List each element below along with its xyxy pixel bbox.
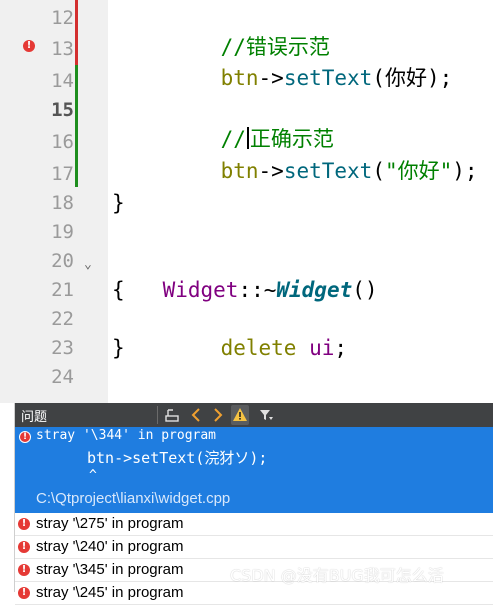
line-number: 19 — [51, 221, 74, 243]
code-method: setText — [283, 66, 373, 90]
arrow-right-icon[interactable] — [209, 405, 227, 425]
code-line-13: btn->setText(你好); — [170, 35, 453, 90]
code-identifier: ui — [309, 336, 335, 360]
code-line-16: btn->setText("你好"); — [170, 128, 478, 183]
code-identifier: btn — [220, 159, 259, 183]
line-number: 22 — [51, 308, 74, 330]
error-icon: ! — [18, 518, 30, 530]
warning-icon[interactable] — [231, 405, 249, 425]
error-change-bar — [75, 0, 78, 65]
code-string: "你好" — [384, 159, 453, 183]
issue-item-selected[interactable]: ! stray '\344' in program btn->setText(浣… — [15, 427, 493, 513]
code-semicolon: ; — [334, 336, 348, 360]
line-number: 23 — [51, 337, 74, 359]
issue-code-line: btn->setText(浣犲ソ); — [87, 449, 268, 467]
line-number: 16 — [51, 131, 74, 153]
issue-message: stray '\245' in program — [36, 584, 184, 601]
error-icon[interactable]: ! — [23, 40, 35, 52]
line-number: 12 — [51, 7, 74, 29]
code-paren: () — [352, 278, 378, 302]
code-operator: -> — [258, 66, 284, 90]
error-icon: ! — [19, 431, 31, 443]
line-number: 17 — [51, 163, 74, 185]
line-number: 24 — [51, 366, 74, 388]
fold-icon[interactable]: ⌄ — [84, 257, 92, 272]
code-line-22: delete ui; — [170, 305, 347, 360]
line-number-current: 15 — [51, 99, 74, 121]
issue-message: stray '\240' in program — [36, 538, 184, 555]
issues-toolbar: 问题 — [15, 403, 493, 427]
line-number-gutter: 12 13 14 15 16 17 18 19 20 21 22 23 24 !… — [0, 0, 108, 403]
code-identifier: btn — [220, 66, 259, 90]
code-line-20: Widget::~Widget() — [112, 247, 378, 302]
issue-file-path: C:\Qtproject\lianxi\widget.cpp — [36, 490, 231, 507]
code-paren: ( — [372, 159, 385, 183]
error-icon: ! — [18, 564, 30, 576]
code-keyword: delete — [220, 336, 297, 360]
code-line-12: //错误示范 — [170, 4, 330, 59]
panel-title: 问题 — [21, 409, 48, 424]
code-args: (你好); — [372, 66, 453, 90]
error-icon: ! — [18, 587, 30, 599]
modified-change-bar — [75, 65, 78, 187]
filter-icon[interactable] — [257, 405, 275, 425]
toolbar-divider — [157, 406, 158, 424]
error-icon: ! — [18, 541, 30, 553]
code-destructor: Widget — [276, 278, 353, 302]
code-method: setText — [283, 159, 373, 183]
watermark: CSDN @没有BUG我可怎么活 — [230, 566, 444, 585]
code-operator: -> — [258, 159, 284, 183]
code-scope: ::~ — [238, 278, 277, 302]
issue-message: stray '\344' in program — [36, 428, 217, 443]
code-line-21: { — [112, 278, 125, 302]
line-number: 14 — [51, 70, 74, 92]
arrow-left-icon[interactable] — [187, 405, 205, 425]
issue-item[interactable]: ! stray '\275' in program — [15, 513, 493, 536]
issue-message: stray '\345' in program — [36, 561, 184, 578]
code-line-18: } — [112, 191, 125, 215]
issue-caret: ^ — [89, 468, 97, 483]
code-paren: ); — [452, 159, 478, 183]
issue-item[interactable]: ! stray '\240' in program — [15, 536, 493, 559]
code-line-15: //正确示范 — [170, 96, 334, 151]
line-number: 18 — [51, 192, 74, 214]
line-number: 13 — [51, 38, 74, 60]
code-editor[interactable]: 12 13 14 15 16 17 18 19 20 21 22 23 24 !… — [0, 0, 493, 403]
issue-message: stray '\275' in program — [36, 515, 184, 532]
code-line-23: } — [112, 336, 125, 360]
code-class: Widget — [162, 278, 239, 302]
line-number: 20 — [51, 250, 74, 272]
filter-build-icon[interactable] — [163, 405, 181, 425]
line-number: 21 — [51, 279, 74, 301]
